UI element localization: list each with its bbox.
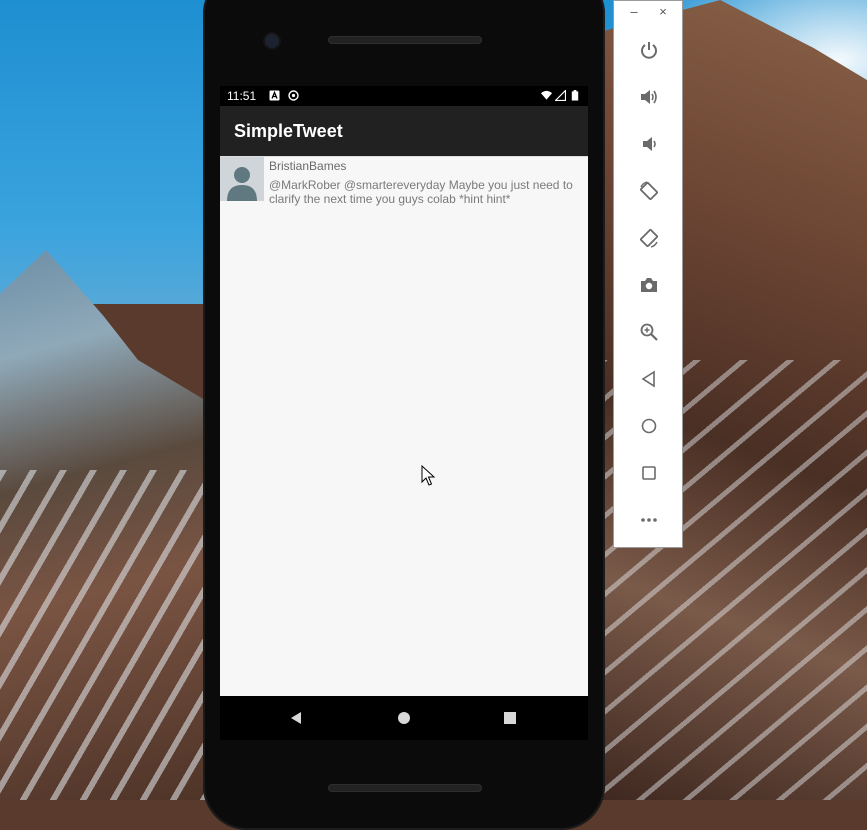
panel-home-button[interactable]: [638, 415, 660, 437]
volume-down-button[interactable]: [638, 133, 660, 155]
rotate-right-button[interactable]: [638, 227, 660, 249]
more-button[interactable]: [638, 509, 660, 531]
app-title: SimpleTweet: [234, 120, 343, 141]
recents-icon: [504, 712, 516, 724]
phone-screen: 11:51 SimpleTweet BristianBames @MarkRob…: [220, 86, 588, 740]
mouse-cursor-icon: [421, 465, 435, 486]
bottom-speaker: [328, 784, 482, 792]
rotate-right-icon: [640, 229, 658, 248]
default-avatar-icon: [227, 167, 257, 201]
avatar[interactable]: [220, 157, 264, 201]
panel-back-button[interactable]: [638, 368, 660, 390]
camera-icon: [641, 278, 657, 292]
tweet-body: @MarkRober @smartereveryday Maybe you ju…: [269, 178, 573, 206]
volume-down-icon: [643, 137, 656, 151]
zoom-button[interactable]: [638, 321, 660, 343]
app-toolbar: SimpleTweet: [220, 106, 588, 156]
nav-back-button[interactable]: [285, 707, 307, 729]
home-icon: [398, 712, 410, 724]
back-icon: [291, 712, 301, 724]
rotate-left-button[interactable]: [638, 180, 660, 202]
navigation-bar: [220, 696, 588, 740]
status-bar: 11:51: [220, 86, 588, 106]
back-icon: [641, 370, 655, 388]
screenshot-button[interactable]: [638, 274, 660, 296]
top-speaker: [328, 36, 482, 44]
rotate-left-icon: [640, 181, 658, 200]
a-icon: [269, 90, 280, 101]
power-icon: [641, 42, 657, 59]
overview-icon: [642, 466, 656, 480]
wifi-icon: [541, 90, 552, 100]
nav-recents-button[interactable]: [499, 707, 521, 729]
minimize-button[interactable]: –: [626, 4, 642, 19]
wallpaper-snow-left: [0, 470, 210, 800]
emulator-side-panel: – ×: [613, 0, 683, 548]
close-button[interactable]: ×: [655, 4, 671, 19]
more-icon: [641, 518, 657, 522]
sync-icon: [288, 90, 299, 101]
tweet-username: BristianBames: [269, 159, 347, 173]
panel-overview-button[interactable]: [638, 462, 660, 484]
volume-up-button[interactable]: [638, 86, 660, 108]
battery-icon: [571, 90, 579, 101]
tweet-item[interactable]: BristianBames @MarkRober @smartereveryda…: [220, 157, 588, 207]
cell-signal-icon: [555, 90, 566, 101]
status-time: 11:51: [227, 89, 257, 103]
volume-up-icon: [641, 90, 657, 104]
zoom-icon: [640, 323, 658, 341]
home-icon: [641, 418, 657, 434]
power-button[interactable]: [638, 39, 660, 61]
front-camera: [265, 34, 279, 48]
timeline-list[interactable]: BristianBames @MarkRober @smartereveryda…: [220, 156, 588, 697]
nav-home-button[interactable]: [393, 707, 415, 729]
